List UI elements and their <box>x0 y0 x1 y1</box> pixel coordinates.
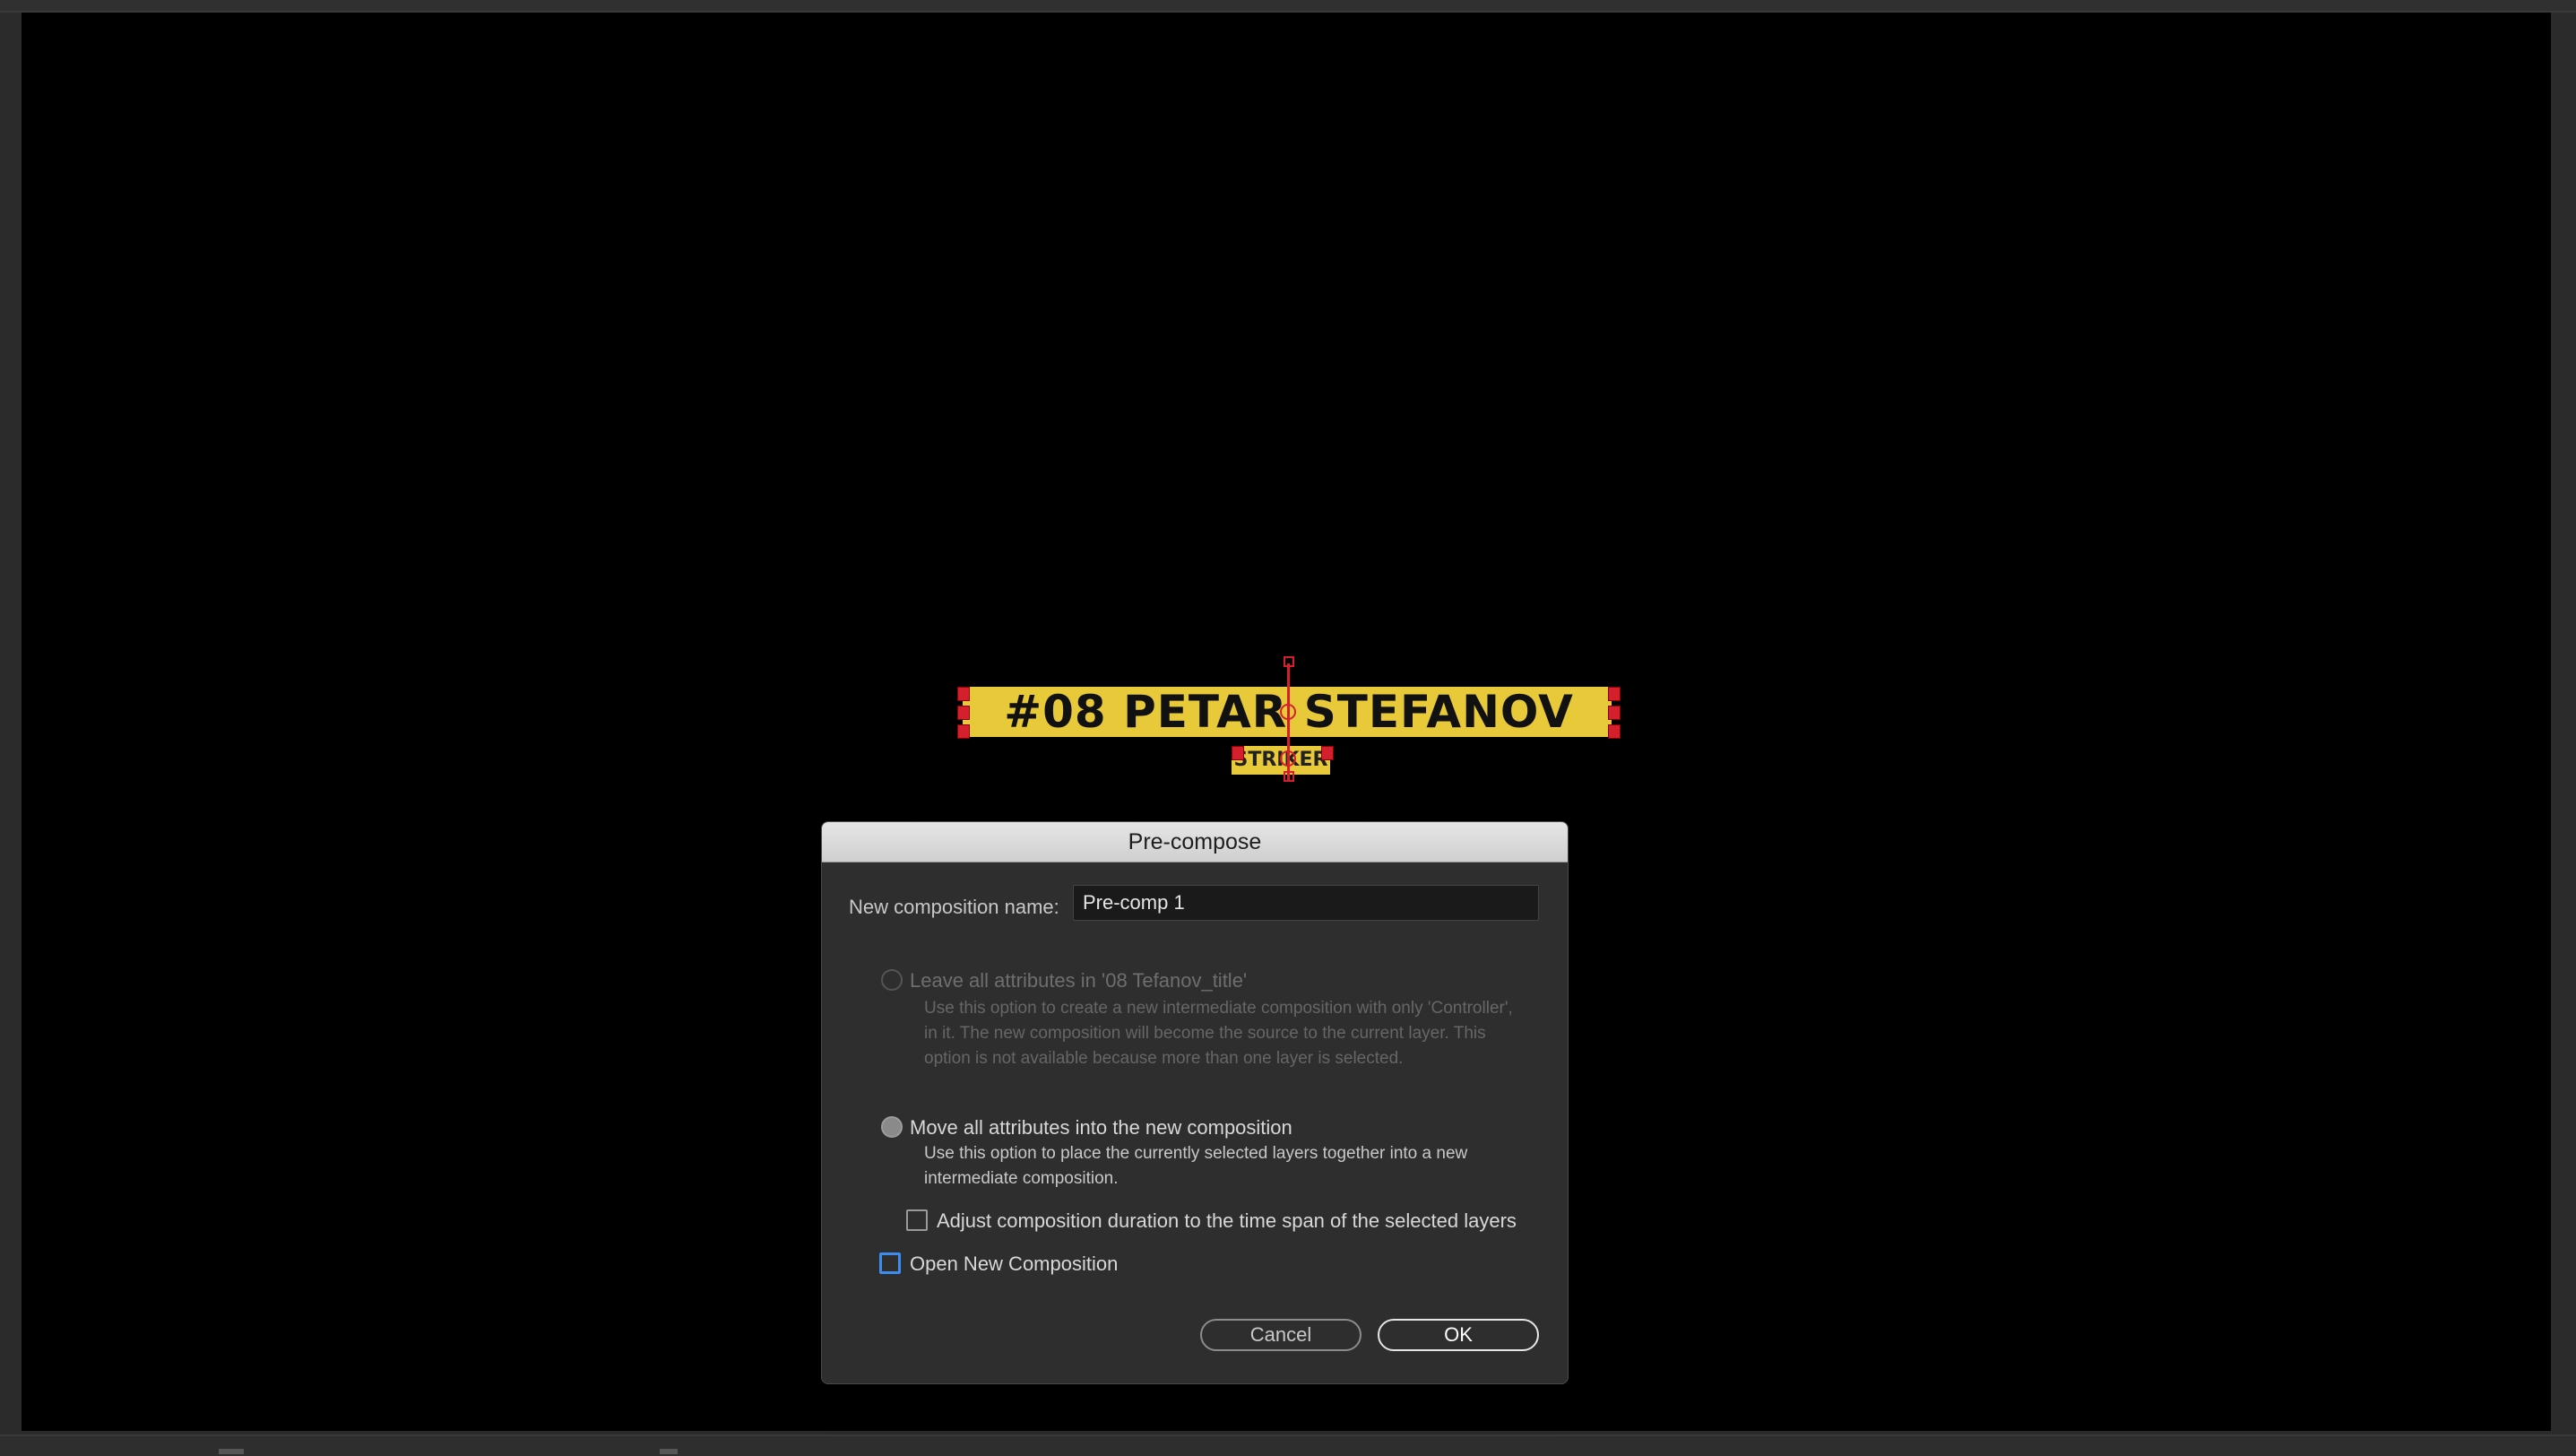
ok-button[interactable]: OK <box>1378 1319 1539 1351</box>
panel-tab-marker <box>219 1449 244 1454</box>
dialog-titlebar[interactable]: Pre-compose <box>822 822 1568 862</box>
leave-attributes-description: Use this option to create a new intermed… <box>924 999 1513 1068</box>
leave-attributes-radio[interactable] <box>881 969 903 991</box>
move-attributes-label: Move all attributes into the new composi… <box>910 1116 1292 1139</box>
move-attributes-description: Use this option to place the currently s… <box>924 1144 1468 1188</box>
adjust-duration-label: Adjust composition duration to the time … <box>937 1209 1517 1232</box>
anchor-bottom-handle[interactable] <box>1284 771 1294 782</box>
transform-handle-bottom-right[interactable] <box>1608 724 1621 739</box>
timeline-panel-edge <box>0 1434 2576 1456</box>
anchor-top-handle[interactable] <box>1284 656 1294 667</box>
subtitle-handle-right[interactable] <box>1321 746 1334 760</box>
pre-compose-dialog: Pre-compose New composition name: Leave … <box>821 821 1569 1384</box>
composition-name-label: New composition name: <box>849 896 1059 918</box>
lower-third-graphic[interactable]: #08 PETAR STEFANOV STRIKER <box>957 656 1621 782</box>
dialog-title: Pre-compose <box>1128 829 1262 854</box>
leave-attributes-label: Leave all attributes in '08 Tefanov_titl… <box>910 969 1248 992</box>
transform-handle-right[interactable] <box>1608 706 1621 720</box>
composition-name-input[interactable] <box>1073 885 1539 921</box>
transform-handle-top-left[interactable] <box>957 687 970 701</box>
panel-tab-marker <box>660 1449 678 1454</box>
transform-handle-left[interactable] <box>957 706 970 720</box>
subtitle-anchor-point-icon[interactable] <box>1280 750 1296 767</box>
anchor-point-icon[interactable] <box>1280 704 1296 720</box>
after-effects-window: #08 PETAR STEFANOV STRIKER Pre-compose N… <box>0 0 2576 1456</box>
adjust-duration-checkbox[interactable] <box>906 1209 928 1231</box>
subtitle-handle-left[interactable] <box>1232 746 1244 760</box>
transform-handle-top-right[interactable] <box>1608 687 1621 701</box>
transform-handle-bottom-left[interactable] <box>957 724 970 739</box>
cancel-button[interactable]: Cancel <box>1200 1319 1361 1351</box>
top-panel-edge <box>0 0 2576 13</box>
move-attributes-radio[interactable] <box>881 1116 903 1138</box>
open-new-composition-checkbox[interactable] <box>879 1252 901 1274</box>
open-new-composition-label: Open New Composition <box>910 1252 1119 1275</box>
